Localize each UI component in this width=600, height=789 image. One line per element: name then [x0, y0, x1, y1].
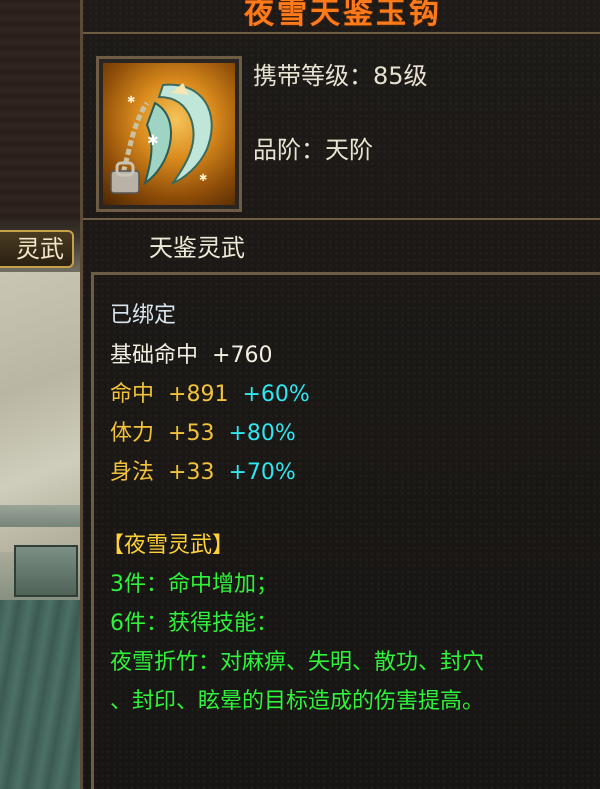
grade-row: 品阶：天阶 [253, 130, 373, 165]
carry-level-label: 携带等级： [253, 62, 373, 90]
grade-value: 天阶 [325, 136, 373, 164]
attribute-bonus: +80% [228, 421, 296, 446]
attribute-value: +53 [168, 421, 215, 446]
attribute-name: 命中 [110, 382, 155, 407]
tooltip-title-bar: 夜雪天鉴玉钩 [83, 0, 600, 34]
divider [83, 218, 600, 220]
scene-item-tag-label: 灵武 [16, 235, 64, 263]
carry-level-value: 85级 [373, 62, 428, 90]
attribute-value: +891 [168, 382, 229, 407]
set-skill-line-2: 、封印、眩晕的目标造成的伤害提高。 [110, 689, 485, 714]
attribute-row: 身法 +33 +70% [110, 454, 296, 486]
bound-status: 已绑定 [110, 303, 177, 328]
item-tooltip: 夜雪天鉴玉钩 ✱ ✱ ✱ 携带等级：85级 品阶：天阶 天鉴灵武 已绑定 基础命… [80, 0, 600, 789]
game-scene-background: 灵武 [0, 0, 80, 789]
attribute-bonus: +70% [228, 460, 296, 485]
item-type: 天鉴灵武 [149, 234, 245, 262]
svg-text:✱: ✱ [199, 173, 207, 184]
attribute-bonus: +60% [242, 382, 310, 407]
set-bonus-3: 3件：命中增加； [110, 572, 278, 597]
scene-roof [0, 0, 80, 220]
carry-level-row: 携带等级：85级 [253, 56, 428, 91]
attribute-row: 命中 +891 +60% [110, 376, 310, 408]
grade-label: 品阶： [253, 136, 325, 164]
base-stat-name: 基础命中 [110, 343, 199, 368]
scene-stone-block [14, 545, 78, 597]
set-skill-line-1: 夜雪折竹：对麻痹、失明、散功、封穴 [110, 650, 485, 675]
base-stat-row: 基础命中 +760 [110, 337, 272, 369]
item-icon-frame: ✱ ✱ ✱ [96, 56, 242, 212]
attribute-name: 身法 [110, 460, 155, 485]
set-name: 【夜雪灵武】 [102, 533, 235, 558]
item-title: 夜雪天鉴玉钩 [244, 0, 442, 31]
scene-item-tag[interactable]: 灵武 [0, 230, 74, 268]
base-stat-value: +760 [212, 343, 273, 368]
hook-weapon-icon: ✱ ✱ ✱ [103, 63, 235, 205]
set-bonus-6: 6件：获得技能： [110, 611, 278, 636]
svg-text:✱: ✱ [127, 95, 135, 106]
attribute-value: +33 [168, 460, 215, 485]
attribute-name: 体力 [110, 421, 155, 446]
scene-ledge [0, 505, 80, 527]
svg-text:✱: ✱ [147, 133, 159, 149]
scene-floor [0, 600, 80, 789]
attribute-row: 体力 +53 +80% [110, 415, 296, 447]
item-description-box: 已绑定 基础命中 +760 命中 +891 +60% 体力 +53 +80% 身法 +33 +… [91, 272, 600, 789]
